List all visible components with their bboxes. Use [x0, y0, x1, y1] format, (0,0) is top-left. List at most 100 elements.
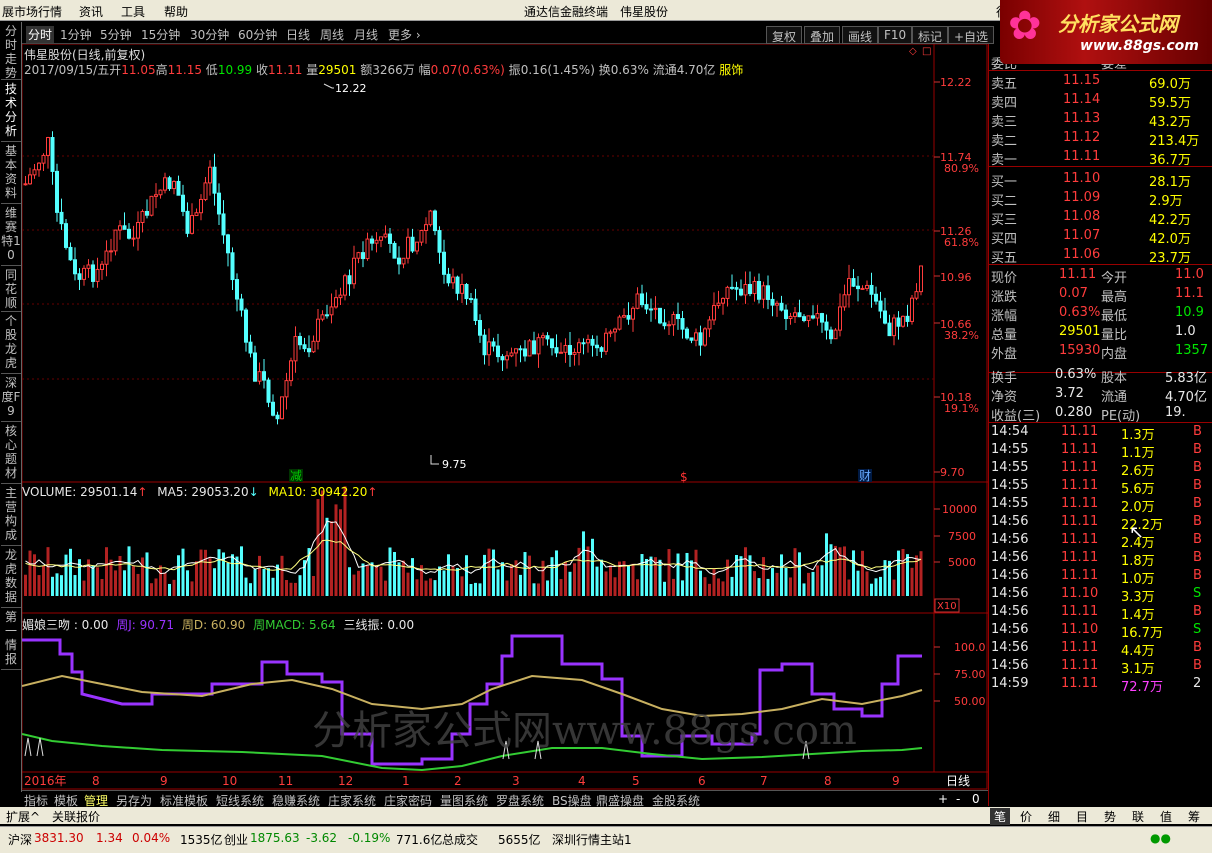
candle-body	[37, 162, 41, 171]
period-tab-15min[interactable]: 15分钟	[141, 26, 180, 43]
candle-body	[23, 183, 28, 186]
left-tab-main[interactable]: 主营构成	[1, 486, 21, 546]
stock-title: 伟星股份	[620, 5, 669, 19]
candle-body	[626, 315, 631, 320]
left-tab-ths[interactable]: 同花顺	[1, 268, 21, 312]
tick-price: 11.11	[1061, 550, 1099, 565]
left-tab-wesite[interactable]: 维赛特10	[1, 206, 21, 266]
left-tab-dragon-data[interactable]: 龙虎数据	[1, 548, 21, 608]
add-watchlist-button[interactable]: +自选	[948, 26, 995, 44]
diamond-icon[interactable]: ◇	[909, 46, 917, 57]
tick-side: B	[1193, 496, 1202, 511]
volume-bar	[712, 568, 716, 596]
event-mark-dividend[interactable]: $	[680, 470, 688, 484]
period-tab-30min[interactable]: 30分钟	[190, 26, 229, 43]
logo-text: 分析家公式网	[1058, 12, 1178, 36]
low-value: 10.99	[217, 63, 253, 77]
cy-amount: 771.6亿	[396, 833, 443, 847]
cy-label: 创业	[224, 833, 249, 847]
kline-chart[interactable]: 12.22 9.75 减 $ 财 12.22 11.74 80.9% 11.26…	[21, 43, 988, 790]
ext-tab-expand[interactable]: 扩展^	[6, 808, 40, 825]
zoom-reset-button[interactable]: 0	[972, 792, 980, 806]
right-tab-link[interactable]: 联	[1132, 808, 1144, 825]
stat-row: 涨跌 0.07 最高 11.1	[989, 285, 1212, 305]
ask-price: 11.12	[1063, 130, 1101, 145]
volume-bar	[550, 557, 554, 596]
left-tab-first-info[interactable]: 第一情报	[1, 610, 21, 670]
menu-tools[interactable]: 工具	[121, 3, 145, 20]
candle-body	[910, 297, 914, 322]
volume-bar	[379, 566, 383, 596]
stat2-label-2: 流通	[1101, 390, 1128, 405]
menu-help[interactable]: 帮助	[164, 3, 188, 20]
tick-row: 14:56 11.11 1.0万 B	[989, 567, 1212, 587]
period-tab-60min[interactable]: 60分钟	[238, 26, 277, 43]
event-mark-reduce[interactable]: 减	[290, 469, 302, 483]
candle-body	[172, 180, 176, 190]
right-tab-detail[interactable]: 细	[1048, 808, 1060, 825]
overlay-button[interactable]: 叠加	[804, 26, 841, 44]
period-tab-monthly[interactable]: 月线	[354, 26, 378, 43]
tick-price: 11.11	[1061, 496, 1099, 511]
candle-body	[500, 356, 505, 361]
candle-body	[271, 401, 275, 416]
right-tab-trend[interactable]: 势	[1104, 808, 1116, 825]
volume-bar	[186, 570, 189, 596]
close-small-icon[interactable]: □	[922, 46, 931, 57]
quote-panel: 委比 -50.31% 委差 -253 卖五11.1569.0万卖四11.1459…	[988, 44, 1212, 806]
vol-label: 量	[306, 63, 319, 77]
tick-time: 14:56	[991, 586, 1029, 601]
period-tab-daily[interactable]: 日线	[286, 26, 310, 43]
right-tab-price[interactable]: 价	[1020, 808, 1032, 825]
tick-price: 11.11	[1061, 442, 1099, 457]
ext-tab-related[interactable]: 关联报价	[52, 808, 100, 825]
left-tab-core[interactable]: 核心题材	[1, 424, 21, 484]
menu-market[interactable]: 展市场行情	[2, 3, 62, 20]
tick-row: 14:55 11.11 1.1万 B	[989, 441, 1212, 461]
left-tab-basic[interactable]: 基本资料	[1, 144, 21, 204]
min-price-label: 9.75	[442, 458, 467, 471]
tick-side: S	[1193, 586, 1202, 601]
period-tab-5min[interactable]: 5分钟	[100, 26, 132, 43]
chart-panel[interactable]: 12.22 9.75 减 $ 财 12.22 11.74 80.9% 11.26…	[21, 43, 988, 790]
period-tab-fenshi[interactable]: 分时	[26, 26, 55, 43]
ask-label: 卖五	[991, 77, 1018, 92]
event-mark-finance[interactable]: 财	[859, 469, 871, 483]
zoom-in-button[interactable]: +	[938, 792, 948, 806]
volume-bar	[460, 576, 464, 596]
right-tab-target[interactable]: 目	[1076, 808, 1088, 825]
volume-bar	[208, 558, 212, 596]
candle-body	[590, 338, 595, 346]
restore-rights-button[interactable]: 复权	[766, 26, 803, 44]
draw-line-button[interactable]: 画线	[842, 26, 879, 44]
tick-side: B	[1193, 604, 1202, 619]
date-axis-label: 7	[760, 774, 768, 788]
right-tab-chips[interactable]: 筹	[1188, 808, 1200, 825]
tick-time: 14:55	[991, 442, 1029, 457]
left-tab-intraday[interactable]: 分时走势	[1, 24, 21, 80]
right-tab-value[interactable]: 值	[1160, 808, 1172, 825]
menu-news[interactable]: 资讯	[79, 3, 103, 20]
cy-change: -3.62	[306, 831, 338, 845]
mark-button[interactable]: 标记	[912, 26, 949, 44]
indicator-name[interactable]: 媚娘三吻 : 0.00	[22, 618, 108, 632]
bid-price: 11.06	[1063, 247, 1101, 262]
candle-body	[532, 340, 536, 355]
period-tab-weekly[interactable]: 周线	[320, 26, 344, 43]
stat-value: 11.11	[1059, 267, 1097, 282]
candle-body	[536, 337, 541, 355]
f10-button[interactable]: F10	[878, 26, 913, 44]
candle-body	[685, 328, 689, 339]
period-tab-more[interactable]: 更多 ›	[388, 26, 421, 43]
left-tab-dragon[interactable]: 个股龙虎	[1, 314, 21, 374]
left-tab-technical[interactable]: 技术分析	[1, 82, 21, 142]
period-tab-1min[interactable]: 1分钟	[60, 26, 92, 43]
right-tab-trades[interactable]: 笔	[990, 808, 1011, 825]
zoom-out-button[interactable]: -	[956, 792, 960, 806]
left-tab-depth[interactable]: 深度F9	[1, 376, 21, 422]
turnover-label: 换	[598, 63, 611, 77]
volume-bar	[109, 559, 113, 596]
candle-body	[284, 380, 289, 398]
volume-bar	[717, 578, 720, 596]
candle-body	[131, 237, 136, 240]
